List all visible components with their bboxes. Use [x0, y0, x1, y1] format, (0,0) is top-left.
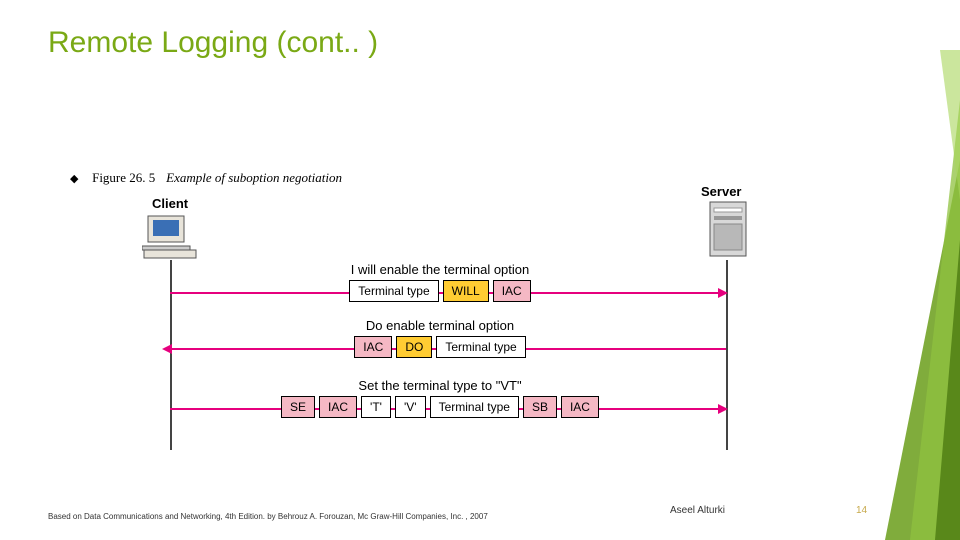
protocol-field: 'V' [395, 396, 426, 418]
protocol-field: IAC [354, 336, 392, 358]
arrow-head-left-icon [162, 344, 172, 354]
arrow-head-right-icon [718, 288, 728, 298]
page-number: 14 [856, 505, 867, 516]
server-tower-icon [708, 200, 748, 258]
client-computer-icon [142, 214, 200, 260]
client-label: Client [152, 196, 188, 211]
footer-citation: Based on Data Communications and Network… [48, 512, 568, 522]
figure-caption: Figure 26. 5 Example of suboption negoti… [70, 170, 342, 186]
figure-title: Example of suboption negotiation [166, 170, 342, 185]
protocol-field: Terminal type [349, 280, 438, 302]
slide-title: Remote Logging (cont.. ) [48, 26, 378, 60]
server-label: Server [701, 184, 741, 199]
protocol-field: IAC [319, 396, 357, 418]
message-blocks: Terminal typeWILLIAC [120, 280, 760, 302]
protocol-field: WILL [443, 280, 489, 302]
message-caption: Do enable terminal option [120, 318, 760, 333]
protocol-field: 'T' [361, 396, 391, 418]
protocol-field: Terminal type [436, 336, 525, 358]
message-row: I will enable the terminal option Termina… [120, 262, 760, 302]
message-caption: I will enable the terminal option [120, 262, 760, 277]
arrow-head-right-icon [718, 404, 728, 414]
decorative-triangles [840, 0, 960, 540]
message-row: Set the terminal type to "VT"SEIAC'T''V'… [120, 378, 760, 418]
author-name: Aseel Alturki [670, 505, 725, 516]
message-blocks: SEIAC'T''V'Terminal typeSBIAC [120, 396, 760, 418]
protocol-field: SB [523, 396, 557, 418]
protocol-field: IAC [493, 280, 531, 302]
diagram-container: Client Server I will enable the terminal… [120, 200, 820, 460]
protocol-field: Terminal type [430, 396, 519, 418]
message-blocks: IACDOTerminal type [120, 336, 760, 358]
protocol-field: DO [396, 336, 432, 358]
message-caption: Set the terminal type to "VT" [120, 378, 760, 393]
figure-number: Figure 26. 5 [92, 170, 155, 185]
protocol-field: SE [281, 396, 315, 418]
protocol-field: IAC [561, 396, 599, 418]
message-row: Do enable terminal option IACDOTerminal t… [120, 318, 760, 358]
